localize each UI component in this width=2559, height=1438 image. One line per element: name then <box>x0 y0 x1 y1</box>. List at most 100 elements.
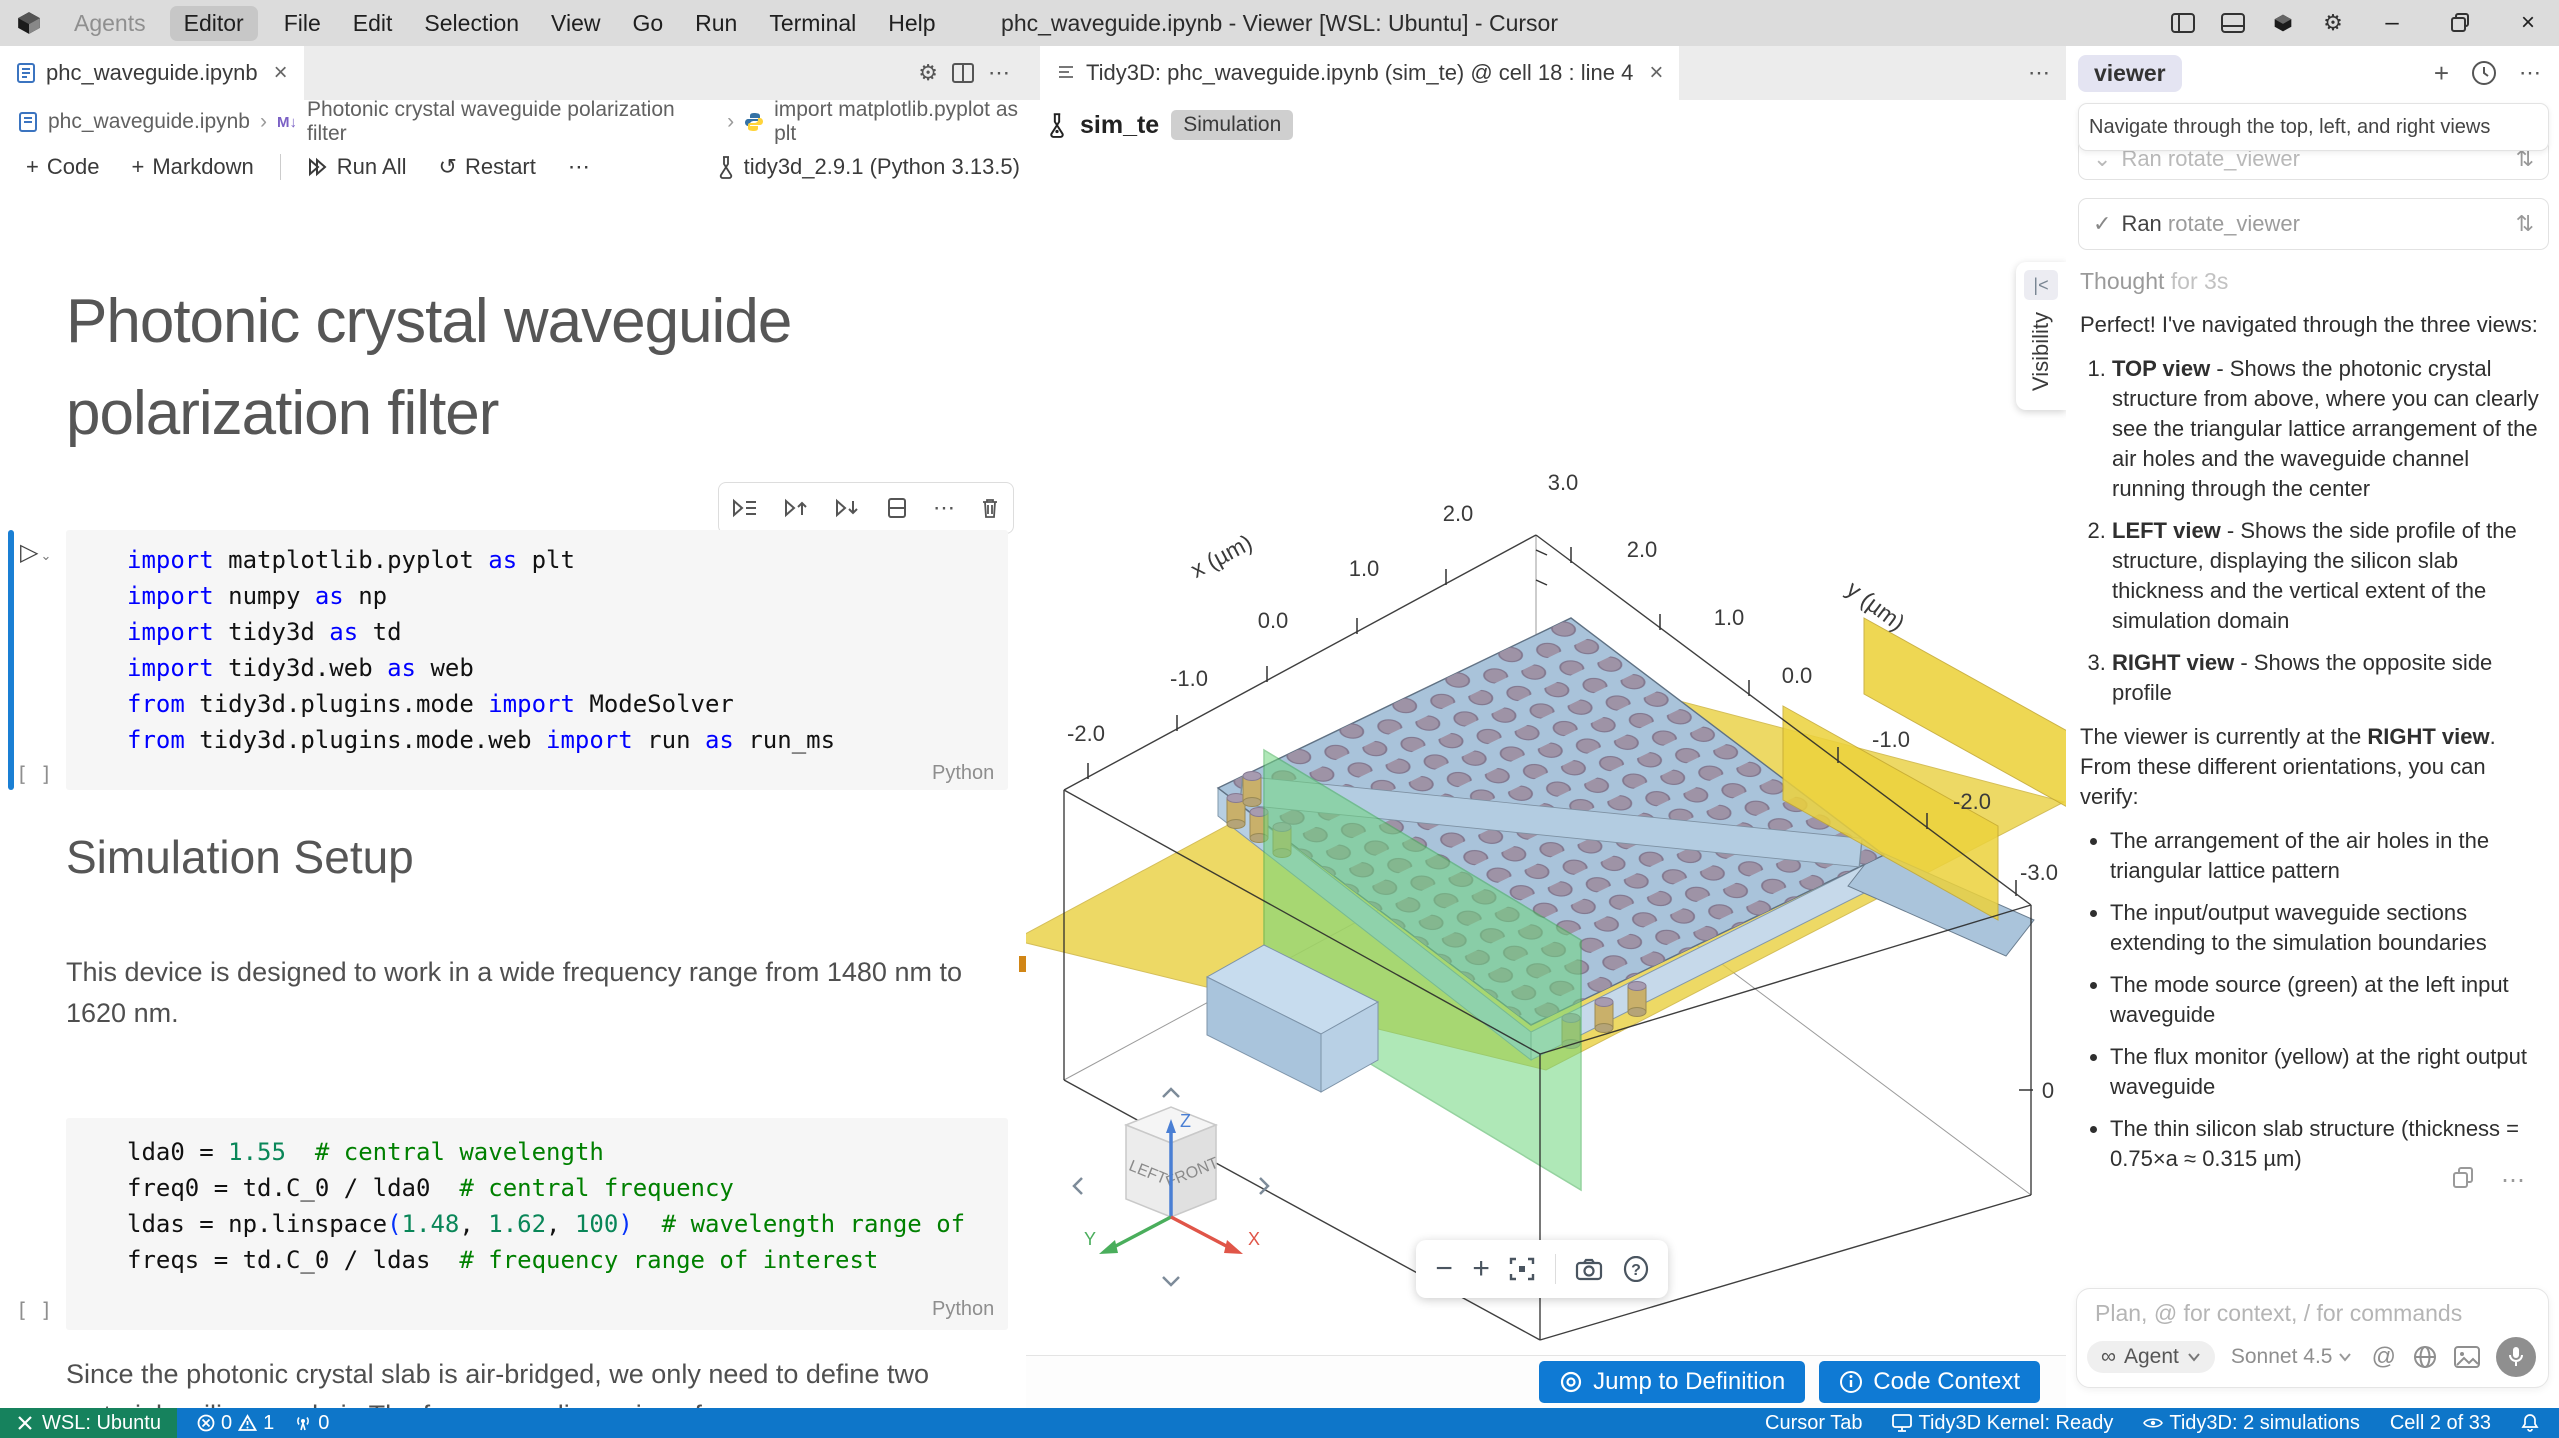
notebook-settings-gear-icon[interactable]: ⚙ <box>918 60 938 86</box>
cell-language[interactable]: Python <box>932 1298 994 1321</box>
zoom-out-icon[interactable]: − <box>1435 1254 1453 1284</box>
cursor-tab-status[interactable]: Cursor Tab <box>1765 1412 1862 1435</box>
viewer-tab[interactable]: Tidy3D: phc_waveguide.ipynb (sim_te) @ c… <box>1040 46 1679 100</box>
microphone-button[interactable] <box>2496 1337 2536 1377</box>
breadcrumb-file[interactable]: phc_waveguide.ipynb <box>48 110 250 134</box>
breadcrumb[interactable]: phc_waveguide.ipynb › M↓ Photonic crysta… <box>0 100 1044 144</box>
run-below-icon[interactable] <box>834 497 860 519</box>
menu-terminal[interactable]: Terminal <box>753 6 872 41</box>
run-above-icon[interactable] <box>783 497 809 519</box>
kernel-status[interactable]: Tidy3D Kernel: Ready <box>1892 1412 2113 1435</box>
settings-gear-icon[interactable]: ⚙ <box>2311 3 2355 43</box>
more-actions-icon[interactable]: ⋯ <box>988 60 1010 86</box>
help-icon[interactable]: ? <box>1623 1256 1649 1282</box>
close-button[interactable]: × <box>2497 0 2559 46</box>
message-actions: ⋯ <box>2451 1166 2525 1195</box>
remote-indicator[interactable]: WSL: Ubuntu <box>0 1408 177 1438</box>
menu-selection[interactable]: Selection <box>408 6 535 41</box>
rotate-down-chevron[interactable] <box>1163 1277 1179 1285</box>
chat-more-icon[interactable]: ⋯ <box>2519 60 2541 86</box>
problems-indicator[interactable]: 0 1 <box>197 1412 274 1435</box>
code-cell-2-code[interactable]: lda0 = 1.55 # central wavelengthfreq0 = … <box>127 1134 965 1278</box>
kernel-picker[interactable]: tidy3d_2.9.1 (Python 3.13.5) <box>716 154 1040 180</box>
notebook-scroll-area[interactable]: Photonic crystal waveguide polarization … <box>0 190 1026 1408</box>
navigation-cube[interactable]: LEFT FRONT Z Y X <box>1066 1081 1276 1296</box>
mode-tab-editor[interactable]: Editor <box>170 6 258 41</box>
chat-input-card: ∞ Agent Sonnet 4.5 @ <box>2076 1288 2549 1388</box>
model-selector[interactable]: Sonnet 4.5 <box>2231 1345 2353 1369</box>
tool-run-card[interactable]: ✓ Ran rotate_viewer ⇅ <box>2078 198 2549 250</box>
toggle-panel-icon[interactable] <box>2211 3 2255 43</box>
menu-edit[interactable]: Edit <box>337 6 409 41</box>
user-message-bubble[interactable]: Navigate through the top, left, and righ… <box>2078 103 2549 151</box>
simulations-status[interactable]: Tidy3D: 2 simulations <box>2143 1412 2359 1435</box>
assistant-message: Perfect! I've navigated through the thre… <box>2080 298 2542 1178</box>
svg-text:0: 0 <box>2042 1078 2054 1103</box>
menu-file[interactable]: File <box>268 6 337 41</box>
screenshot-camera-icon[interactable] <box>1575 1257 1603 1281</box>
error-icon <box>197 1414 215 1432</box>
history-clock-icon[interactable] <box>2471 60 2497 86</box>
run-all-button[interactable]: Run All <box>295 150 419 184</box>
zoom-in-icon[interactable]: + <box>1472 1254 1490 1284</box>
collapse-icon[interactable]: |< <box>2024 270 2058 300</box>
restore-button[interactable] <box>2429 0 2491 46</box>
viewer-more-icon[interactable]: ⋯ <box>2028 60 2050 86</box>
code-cell-1-code[interactable]: import matplotlib.pyplot as pltimport nu… <box>127 542 835 758</box>
breadcrumb-section[interactable]: Photonic crystal waveguide polarization … <box>307 98 717 146</box>
svg-text:1.0: 1.0 <box>1714 605 1745 630</box>
thought-duration[interactable]: Thought for 3s <box>2080 268 2228 295</box>
visibility-tab[interactable]: |< Visibility <box>2016 262 2066 410</box>
viewport-toolbar: − + ? <box>1416 1240 1668 1298</box>
cursor-ai-icon[interactable] <box>2261 3 2305 43</box>
chat-input[interactable] <box>2093 1299 2527 1328</box>
rotate-left-chevron[interactable] <box>1074 1178 1082 1194</box>
menu-help[interactable]: Help <box>872 6 951 41</box>
fit-view-icon[interactable] <box>1509 1256 1535 1282</box>
rotate-up-chevron[interactable] <box>1163 1089 1179 1097</box>
cell-position-status[interactable]: Cell 2 of 33 <box>2390 1412 2491 1435</box>
delete-cell-icon[interactable] <box>980 497 1000 519</box>
cell-more-icon[interactable]: ⋯ <box>933 495 955 521</box>
toolbar-more-button[interactable]: ⋯ <box>556 150 602 184</box>
menu-go[interactable]: Go <box>616 6 679 41</box>
notebook-tab[interactable]: phc_waveguide.ipynb × <box>0 46 304 100</box>
agent-mode-selector[interactable]: ∞ Agent <box>2087 1341 2215 1373</box>
copy-icon[interactable] <box>2451 1166 2475 1190</box>
cell-language[interactable]: Python <box>932 762 994 785</box>
svg-text:Z: Z <box>1180 1111 1191 1131</box>
breadcrumb-cell[interactable]: import matplotlib.pyplot as plt <box>774 98 1044 146</box>
web-globe-icon[interactable] <box>2412 1344 2438 1370</box>
image-icon[interactable] <box>2454 1346 2480 1368</box>
restart-button[interactable]: ↺Restart <box>427 150 548 184</box>
verify-paragraph: The viewer is currently at the RIGHT vie… <box>2080 722 2542 812</box>
menu-view[interactable]: View <box>535 6 616 41</box>
chat-tab-viewer[interactable]: viewer <box>2078 55 2182 92</box>
split-cell-icon[interactable] <box>886 497 908 519</box>
code-context-button[interactable]: Code Context <box>1819 1361 2040 1403</box>
svg-text:2.0: 2.0 <box>1443 501 1474 526</box>
notifications-bell-icon[interactable] <box>2521 1413 2539 1433</box>
jump-to-definition-button[interactable]: Jump to Definition <box>1539 1361 1805 1403</box>
minimize-button[interactable]: – <box>2361 0 2423 46</box>
cube-axes: Z Y X <box>1084 1111 1260 1254</box>
execute-cell-icon[interactable] <box>732 497 758 519</box>
toggle-sidebar-icon[interactable] <box>2161 3 2205 43</box>
svg-text:-2.0: -2.0 <box>1067 721 1105 746</box>
add-markdown-button[interactable]: +Markdown <box>119 150 265 184</box>
ports-indicator[interactable]: 0 <box>294 1412 329 1435</box>
new-chat-icon[interactable]: + <box>2434 58 2449 89</box>
close-tab-icon[interactable]: × <box>274 59 288 87</box>
split-editor-icon[interactable] <box>952 62 974 84</box>
mention-icon[interactable]: @ <box>2372 1343 2396 1371</box>
simulation-header: sim_te Simulation <box>1026 100 2086 150</box>
rotate-right-chevron[interactable] <box>1260 1178 1268 1194</box>
message-more-icon[interactable]: ⋯ <box>2501 1166 2525 1195</box>
radio-tower-icon <box>294 1414 312 1432</box>
close-tab-icon[interactable]: × <box>1649 59 1663 87</box>
menu-run[interactable]: Run <box>679 6 753 41</box>
mode-tab-agents[interactable]: Agents <box>60 6 160 41</box>
run-cell-button[interactable]: ▷⌄ <box>20 538 51 567</box>
expand-icon[interactable]: ⇅ <box>2516 211 2534 237</box>
add-code-button[interactable]: +Code <box>14 150 111 184</box>
